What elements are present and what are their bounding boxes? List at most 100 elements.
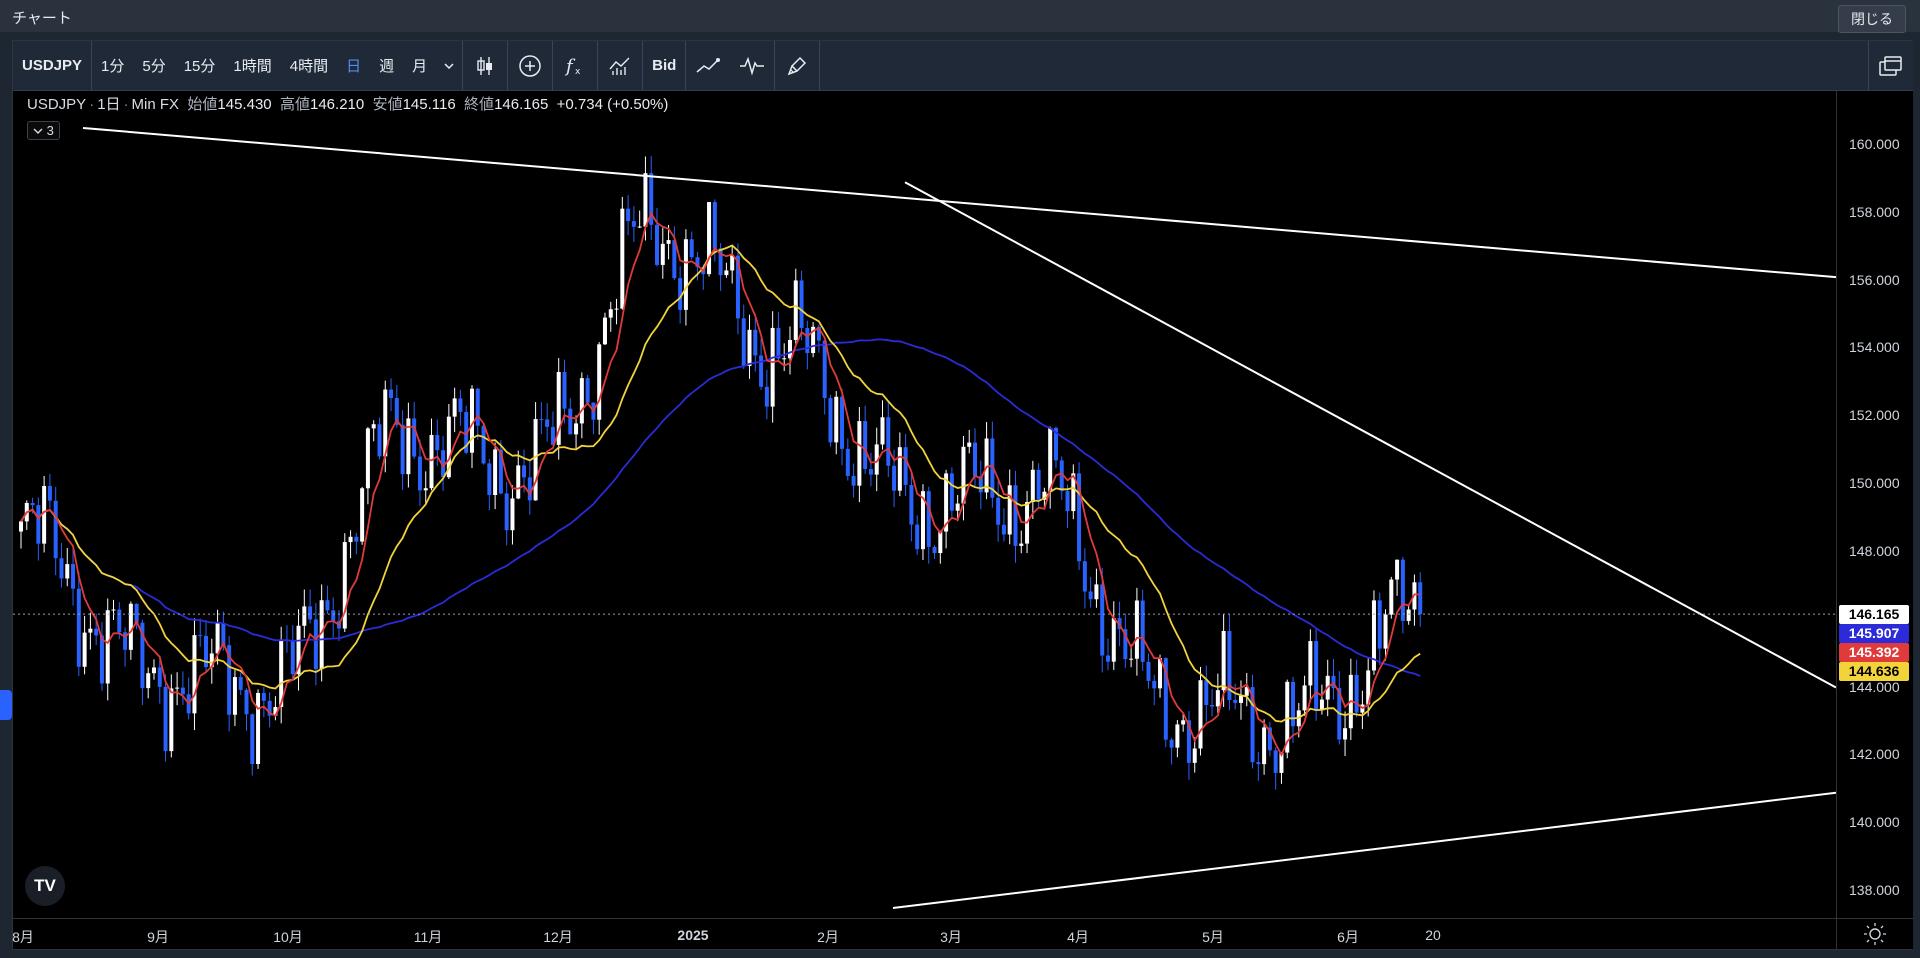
candle-body bbox=[1383, 614, 1388, 649]
replay-wave-icon[interactable] bbox=[730, 41, 774, 91]
candle-body bbox=[302, 606, 307, 626]
line-trend-icon[interactable] bbox=[686, 41, 730, 91]
close-button[interactable]: 閉じる bbox=[1838, 5, 1906, 33]
price-tick-label: 156.000 bbox=[1849, 271, 1900, 288]
chart-plot-area[interactable] bbox=[13, 91, 1837, 918]
price-tick-label: 160.000 bbox=[1849, 135, 1900, 152]
candle-body bbox=[1343, 728, 1348, 740]
candle-body bbox=[354, 536, 359, 542]
legend-high: 146.210 bbox=[310, 96, 365, 113]
symbol-button[interactable]: USDJPY bbox=[13, 41, 91, 91]
time-tick-label: 9月 bbox=[147, 929, 169, 945]
layout-windows-icon[interactable] bbox=[1869, 41, 1913, 91]
interval-monthly[interactable]: 月 bbox=[403, 41, 436, 91]
candle-body bbox=[1146, 661, 1151, 681]
trend-line-drawing[interactable] bbox=[904, 181, 1837, 689]
price-axis[interactable]: 160.000 158.000 156.000 154.000 152.000 150.0… bbox=[1836, 91, 1913, 918]
paint-brush-icon[interactable] bbox=[775, 41, 819, 91]
time-tick-label: 6月 bbox=[1337, 929, 1359, 945]
app-window: チャート 閉じる USDJPY 1分 5分 15分 1時間 4時間 日 週 月 bbox=[0, 0, 1920, 958]
price-tick-label: 152.000 bbox=[1849, 407, 1900, 424]
candle-body bbox=[568, 408, 573, 435]
interval-4h[interactable]: 4時間 bbox=[281, 41, 337, 91]
candle-body bbox=[1204, 680, 1209, 705]
candle-body bbox=[371, 424, 376, 429]
candle-body bbox=[631, 221, 636, 227]
candle-body bbox=[822, 340, 827, 399]
legend-open: 145.430 bbox=[217, 96, 272, 113]
candle-body bbox=[1001, 524, 1006, 535]
candle-body bbox=[1192, 748, 1197, 763]
candle-body bbox=[400, 424, 405, 475]
candle-body bbox=[1181, 720, 1186, 725]
candle-body bbox=[157, 667, 162, 687]
candle-body bbox=[30, 502, 35, 506]
svg-text:x: x bbox=[575, 67, 581, 77]
candle-body bbox=[637, 226, 642, 228]
candle-body bbox=[423, 488, 428, 491]
candle-body bbox=[666, 240, 671, 244]
add-compare-icon[interactable] bbox=[508, 41, 552, 91]
candle-body bbox=[868, 469, 873, 475]
candle-body bbox=[458, 398, 463, 412]
interval-weekly[interactable]: 週 bbox=[370, 41, 403, 91]
candle-body bbox=[146, 673, 151, 689]
interval-1h[interactable]: 1時間 bbox=[224, 41, 280, 91]
candle-body bbox=[1256, 762, 1261, 765]
candle-body bbox=[65, 564, 70, 579]
settings-sun-icon[interactable] bbox=[1837, 919, 1914, 950]
interval-1m[interactable]: 1分 bbox=[92, 41, 133, 91]
candle-body bbox=[99, 635, 104, 684]
interval-daily[interactable]: 日 bbox=[337, 41, 370, 91]
templates-icon[interactable] bbox=[598, 41, 642, 91]
candle-body bbox=[932, 546, 937, 554]
candlestick-type-icon[interactable] bbox=[463, 41, 507, 91]
candle-body bbox=[1418, 582, 1423, 615]
candle-body bbox=[94, 628, 99, 636]
candle-body bbox=[574, 423, 579, 435]
candle-body bbox=[151, 667, 156, 674]
candle-body bbox=[683, 239, 688, 310]
window-title: チャート bbox=[12, 10, 72, 27]
candle-body bbox=[597, 344, 602, 420]
candle-body bbox=[180, 687, 185, 695]
price-tick-label: 142.000 bbox=[1849, 746, 1900, 763]
price-tick-label: 158.000 bbox=[1849, 203, 1900, 220]
candle-body bbox=[741, 318, 746, 366]
interval-dropdown-chevron-icon[interactable] bbox=[436, 41, 462, 91]
tradingview-logo[interactable]: TV bbox=[25, 866, 65, 906]
candle-body bbox=[585, 378, 590, 403]
candle-body bbox=[620, 208, 625, 309]
candle-body bbox=[1152, 680, 1157, 689]
candle-body bbox=[851, 475, 856, 486]
trend-line-drawing[interactable] bbox=[82, 126, 1837, 279]
candle-body bbox=[88, 628, 93, 633]
price-tick-label: 150.000 bbox=[1849, 475, 1900, 492]
candle-body bbox=[1065, 491, 1070, 512]
candle-body bbox=[602, 317, 607, 345]
drawing-panel-handle[interactable] bbox=[0, 690, 12, 720]
candle-body bbox=[753, 329, 758, 356]
trend-line-drawing[interactable] bbox=[892, 791, 1837, 909]
indicators-fx-icon[interactable]: fx bbox=[553, 41, 597, 91]
candle-body bbox=[764, 386, 769, 407]
candle-body bbox=[949, 473, 954, 511]
candle-body bbox=[1019, 543, 1024, 546]
candle-body bbox=[360, 488, 365, 542]
candle-body bbox=[1036, 469, 1041, 500]
candle-body bbox=[996, 497, 1001, 525]
candle-body bbox=[1169, 739, 1174, 748]
indicators-toggle[interactable]: 3 bbox=[27, 121, 60, 140]
candle-body bbox=[724, 270, 729, 276]
legend-high-label: 高値 bbox=[279, 96, 310, 113]
interval-15m[interactable]: 15分 bbox=[175, 41, 225, 91]
candle-body bbox=[412, 418, 417, 457]
interval-5m[interactable]: 5分 bbox=[133, 41, 174, 91]
candle-body bbox=[799, 280, 804, 328]
candle-body bbox=[1198, 680, 1203, 749]
price-tick-label: 140.000 bbox=[1849, 814, 1900, 831]
chevron-down-icon bbox=[33, 128, 43, 134]
bid-button[interactable]: Bid bbox=[643, 41, 685, 91]
time-axis[interactable]: 8月 9月 10月 11月 12月 2025 2月 3月 4月 5月 6月 20 bbox=[12, 918, 1836, 949]
candle-body bbox=[504, 493, 509, 531]
